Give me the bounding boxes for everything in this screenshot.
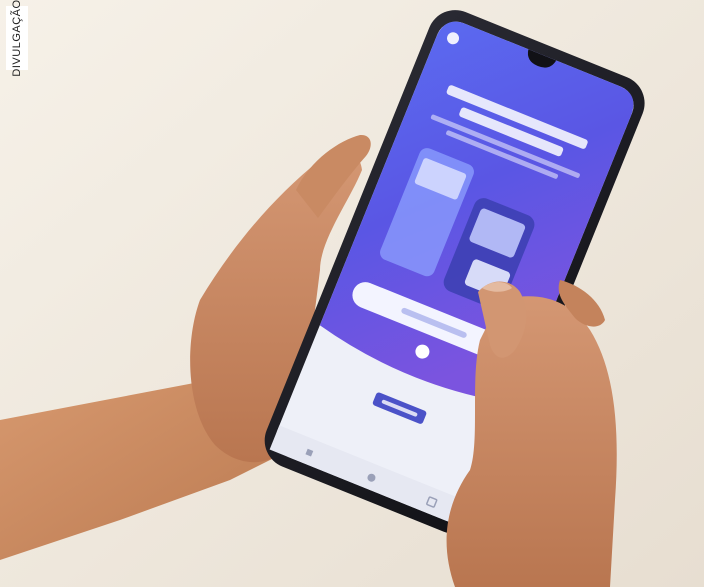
photo-credit-text: DIVULGAÇÃO	[11, 0, 23, 77]
photo: DIVULGAÇÃO	[0, 0, 704, 587]
photo-scene	[0, 0, 704, 587]
photo-credit: DIVULGAÇÃO	[6, 0, 28, 77]
